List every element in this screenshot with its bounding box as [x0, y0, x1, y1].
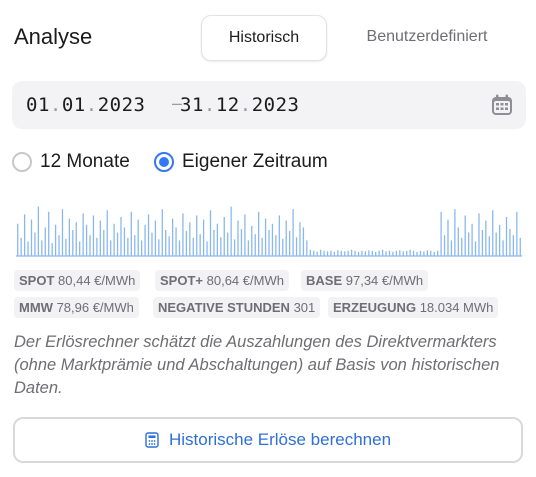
stat-spot: SPOT 80,44 €/MWh: [14, 270, 141, 291]
calculator-icon: [145, 432, 159, 448]
end-month: 12: [215, 94, 240, 116]
period-options: 12 Monate Eigener Zeitraum: [12, 149, 412, 175]
radio-circle[interactable]: [12, 152, 32, 172]
radio-eigener-zeitraum[interactable]: Eigener Zeitraum: [154, 149, 328, 175]
description-text: Der Erlösrechner schätzt die Auszahlunge…: [14, 333, 500, 397]
stat-mmw: MMW 78,96 €/MWh: [14, 297, 139, 318]
stat-base: BASE 97,34 €/MWh: [301, 270, 429, 291]
start-date[interactable]: 01.01.2023: [26, 94, 145, 116]
calculate-revenue-button[interactable]: Historische Erlöse berechnen: [13, 417, 523, 463]
radio-12-monate[interactable]: 12 Monate: [12, 149, 130, 175]
radio-label: 12 Monate: [40, 151, 130, 172]
start-day: 01: [26, 94, 50, 116]
end-date[interactable]: 31.12.2023: [180, 94, 299, 116]
date-range-field[interactable]: 01.01.2023 – 31.12.2023: [12, 81, 526, 129]
start-year: 2023: [97, 94, 146, 116]
stat-spot-plus: SPOT+ 80,64 €/MWh: [155, 270, 289, 291]
page-title: Analyse: [14, 24, 93, 49]
calculate-button-label: Historische Erlöse berechnen: [168, 430, 392, 449]
start-month: 01: [61, 94, 86, 116]
radio-label: Eigener Zeitraum: [182, 151, 328, 172]
end-year: 2023: [251, 94, 300, 116]
stat-negative-stunden: NEGATIVE STUNDEN 301: [153, 297, 321, 318]
radio-circle-selected[interactable]: [154, 152, 174, 172]
tab-historisch[interactable]: Historisch: [201, 15, 327, 61]
end-day: 31: [180, 94, 204, 116]
mode-segmented-control: Historisch Benutzerdefiniert: [201, 15, 511, 61]
calendar-icon[interactable]: [490, 93, 514, 117]
generation-chart: [16, 206, 522, 257]
tab-benutzerdefiniert[interactable]: Benutzerdefiniert: [347, 15, 507, 59]
stat-erzeugung: ERZEUGUNG 18.034 MWh: [328, 297, 499, 318]
